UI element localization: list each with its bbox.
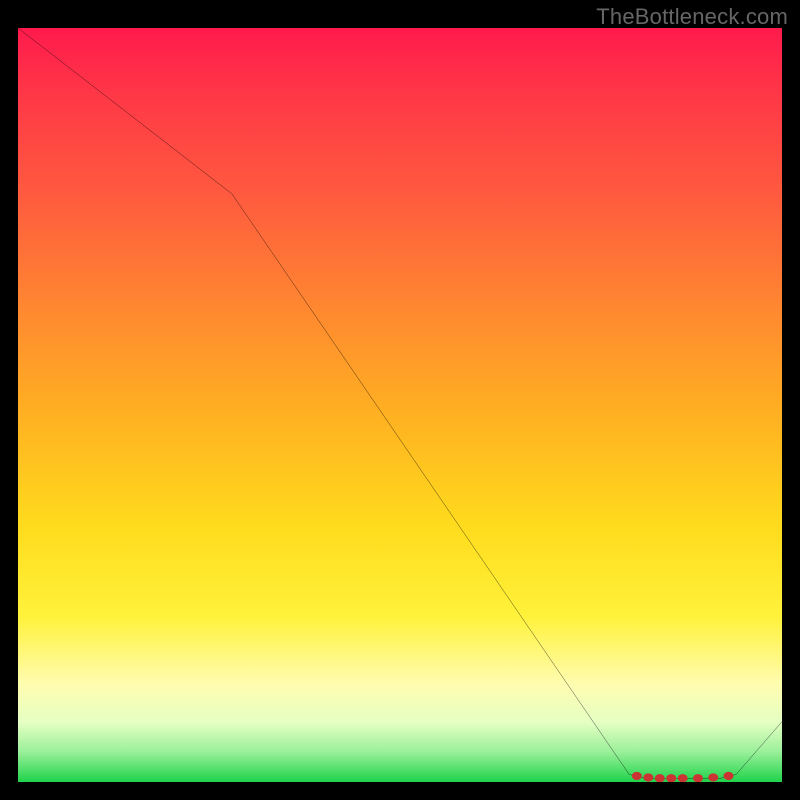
chart-svg [18,28,782,782]
watermark-text: TheBottleneck.com [596,4,788,30]
marker-dot [678,774,688,782]
marker-dot [643,773,653,781]
marker-dot [655,774,665,782]
marker-dot [693,774,703,782]
marker-dot [708,773,718,781]
marker-dot [724,772,734,780]
marker-dot [632,772,642,780]
curve-line [18,28,782,778]
marker-dot [666,774,676,782]
marker-group [632,772,734,782]
chart-stage: TheBottleneck.com [0,0,800,800]
